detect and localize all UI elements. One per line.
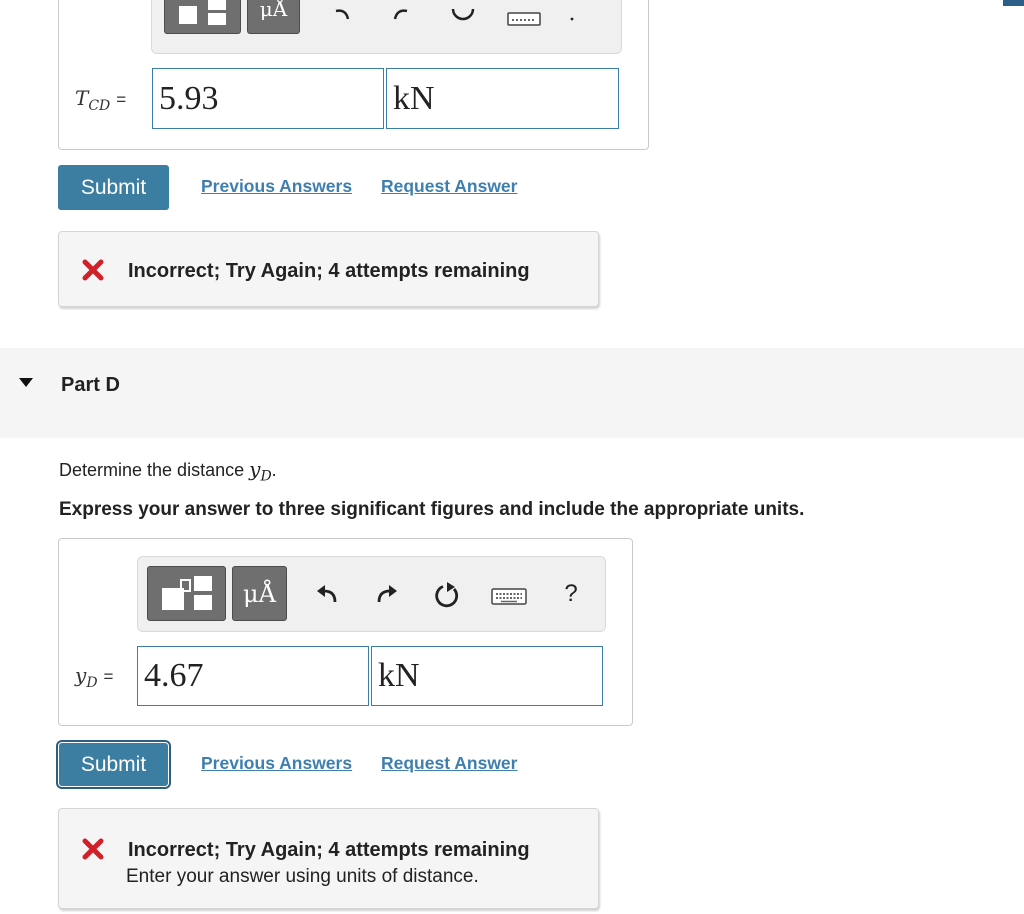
part-d-feedback: Incorrect; Try Again; 4 attempts remaini… xyxy=(58,808,599,909)
part-d-value-input[interactable]: 4.67 xyxy=(137,646,369,706)
triangle-down-icon[interactable] xyxy=(18,377,34,389)
reset-icon[interactable] xyxy=(432,581,462,611)
part-d-header[interactable] xyxy=(0,348,1024,438)
part-d-title[interactable]: Part D xyxy=(61,374,120,397)
part-c-symbols-button[interactable]: μÅ xyxy=(247,0,300,34)
part-c-toolbar: μÅ xyxy=(151,0,622,54)
part-d-request-answer-link[interactable]: Request Answer xyxy=(381,753,517,774)
templates-icon xyxy=(178,0,226,25)
part-d-symbols-button[interactable]: μÅ xyxy=(232,566,287,621)
part-d-variable-label: yD = xyxy=(75,663,114,691)
undo-icon[interactable] xyxy=(330,5,356,25)
symbols-label: μÅ xyxy=(259,0,288,21)
part-c-request-answer-link[interactable]: Request Answer xyxy=(381,176,517,197)
part-d-unit-input[interactable]: kN xyxy=(371,646,603,706)
keyboard-icon[interactable] xyxy=(491,588,527,606)
part-c-feedback: Incorrect; Try Again; 4 attempts remaini… xyxy=(58,231,599,307)
redo-icon[interactable] xyxy=(373,584,399,606)
x-icon xyxy=(82,838,104,860)
part-d-feedback-detail: Enter your answer using units of distanc… xyxy=(126,866,479,887)
symbols-label: μÅ xyxy=(243,579,276,608)
part-d-templates-button[interactable] xyxy=(147,566,226,621)
x-icon xyxy=(82,259,104,281)
part-c-value-input[interactable]: 5.93 xyxy=(152,68,384,129)
bookmark-icon[interactable] xyxy=(1003,0,1024,6)
part-c-submit-button[interactable]: Submit xyxy=(58,165,169,210)
reset-icon[interactable] xyxy=(448,5,478,27)
part-c-feedback-title: Incorrect; Try Again; 4 attempts remaini… xyxy=(128,260,530,282)
part-c-unit-input[interactable]: kN xyxy=(386,68,619,129)
part-c-templates-button[interactable] xyxy=(164,0,241,34)
part-c-variable-label: TCD = xyxy=(75,86,127,114)
keyboard-icon[interactable] xyxy=(507,12,541,28)
part-d-toolbar: μÅ ? xyxy=(137,556,606,632)
redo-icon[interactable] xyxy=(387,5,413,25)
part-d-submit-button[interactable]: Submit xyxy=(56,740,171,789)
part-d-instruction: Express your answer to three significant… xyxy=(59,499,805,520)
undo-icon[interactable] xyxy=(315,584,341,606)
part-c-previous-answers-link[interactable]: Previous Answers xyxy=(201,176,352,197)
part-d-question: Determine the distance yD. xyxy=(59,457,277,485)
part-d-feedback-title: Incorrect; Try Again; 4 attempts remaini… xyxy=(128,839,530,861)
help-icon[interactable]: ? xyxy=(559,580,583,608)
help-icon[interactable] xyxy=(564,13,580,27)
templates-icon xyxy=(161,575,212,610)
part-d-previous-answers-link[interactable]: Previous Answers xyxy=(201,753,352,774)
